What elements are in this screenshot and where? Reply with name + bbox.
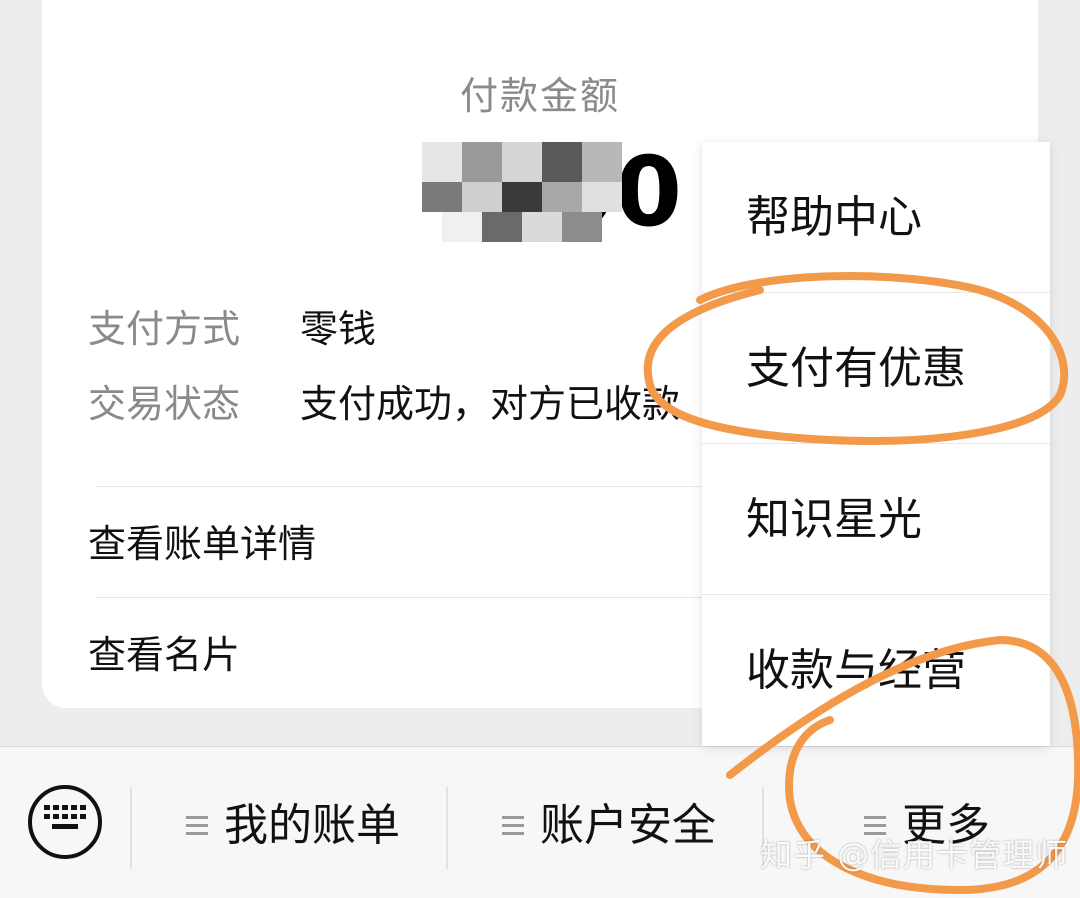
menu-lines-icon: [186, 816, 208, 836]
more-dropdown-menu: 帮助中心 支付有优惠 知识星光 收款与经营: [702, 142, 1050, 746]
menu-item-collection-and-business[interactable]: 收款与经营: [702, 595, 1050, 746]
menu-item-label: 帮助中心: [746, 192, 922, 243]
account-security-menu-button[interactable]: 账户安全: [502, 791, 716, 861]
menu-item-label: 支付有优惠: [746, 343, 966, 394]
menu-button-label: 我的账单: [224, 800, 400, 851]
info-value: 支付成功，对方已收款: [300, 382, 681, 426]
menu-separator: [130, 787, 132, 869]
keyboard-icon: [44, 805, 86, 829]
menu-item-knowledge-starlight[interactable]: 知识星光: [702, 444, 1050, 595]
amount-display: 00: [402, 142, 682, 242]
info-row-payment-method: 支付方式 零钱: [88, 303, 376, 355]
info-value: 零钱: [300, 307, 377, 351]
info-row-transaction-status: 交易状态 支付成功，对方已收款: [88, 378, 680, 430]
amount-mosaic-redaction: [402, 142, 632, 242]
menu-item-label: 收款与经营: [746, 645, 966, 696]
menu-item-help-center[interactable]: 帮助中心: [702, 142, 1050, 293]
keyboard-button[interactable]: [28, 785, 102, 859]
menu-separator: [446, 787, 448, 869]
menu-item-label: 知识星光: [746, 494, 922, 545]
menu-button-label: 账户安全: [540, 800, 716, 851]
amount-label: 付款金额: [459, 74, 620, 118]
view-business-card-link[interactable]: 查看名片: [88, 625, 240, 685]
menu-item-payment-offers[interactable]: 支付有优惠: [702, 293, 1050, 444]
menu-lines-icon: [502, 816, 524, 836]
info-key: 支付方式: [88, 307, 241, 351]
info-key: 交易状态: [88, 382, 241, 426]
view-bill-details-link[interactable]: 查看账单详情: [88, 514, 316, 574]
watermark: 知乎 @信用卡管理师: [760, 836, 1069, 874]
my-bill-menu-button[interactable]: 我的账单: [186, 791, 400, 861]
